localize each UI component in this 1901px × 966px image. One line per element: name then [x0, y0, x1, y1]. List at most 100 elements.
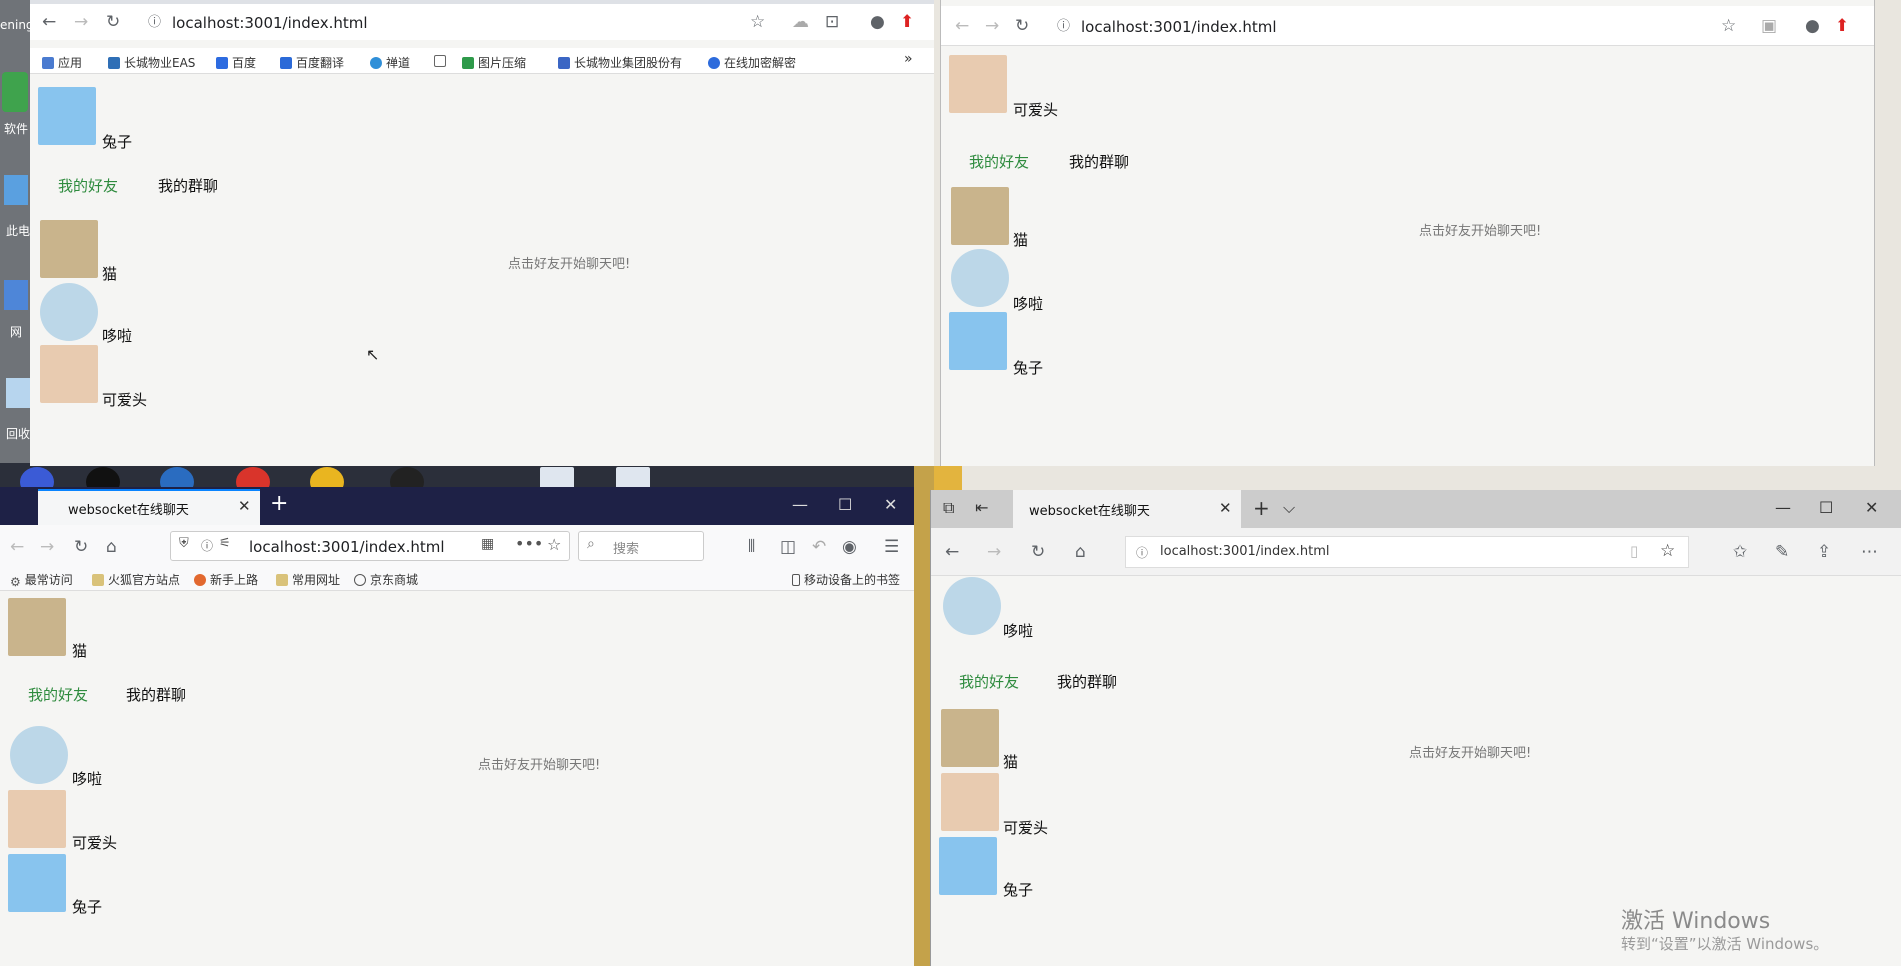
bookmark-item[interactable]: 图片压缩	[462, 54, 526, 71]
reading-view-icon[interactable]: ▯	[1630, 542, 1638, 560]
minimize-icon[interactable]: —	[1775, 498, 1791, 517]
tab-my-groups[interactable]: 我的群聊	[1057, 671, 1117, 692]
cloud-icon[interactable]: ☁	[792, 12, 809, 32]
bookmark-item[interactable]: 长城物业EAS	[108, 54, 195, 71]
forward-icon[interactable]: →	[40, 537, 54, 557]
more-icon[interactable]: ⋯	[1861, 542, 1878, 562]
desktop-icon-label: 此电	[6, 224, 31, 238]
tab-my-groups[interactable]: 我的群聊	[158, 175, 218, 196]
computer-icon[interactable]	[4, 175, 28, 205]
reload-icon[interactable]: ↻	[1031, 542, 1045, 562]
back-icon[interactable]: ←	[955, 16, 969, 36]
close-tab-icon[interactable]: ✕	[1219, 499, 1232, 517]
bookmark-item[interactable]: 百度	[216, 54, 256, 71]
tab-my-friends[interactable]: 我的好友	[28, 684, 88, 705]
desktop-background	[934, 466, 962, 490]
avatar-cat	[951, 187, 1009, 245]
forward-icon[interactable]: →	[985, 16, 999, 36]
url-text[interactable]: localhost:3001/index.html	[1081, 18, 1277, 36]
home-icon[interactable]: ⌂	[1075, 542, 1086, 562]
share-icon[interactable]: ⇪	[1817, 542, 1831, 562]
more-icon[interactable]: •••	[515, 534, 543, 553]
info-icon[interactable]: ⓘ	[148, 13, 161, 33]
url-text[interactable]: localhost:3001/index.html	[249, 538, 445, 556]
bookmark-item[interactable]: 在线加密解密	[708, 54, 796, 71]
url-text[interactable]: localhost:3001/index.html	[1160, 544, 1330, 559]
bookmark-apps[interactable]: 应用	[42, 54, 82, 71]
qr-code-icon[interactable]: ▦	[481, 536, 494, 552]
tab-websocket-chat[interactable]: websocket在线聊天 ✕	[1013, 490, 1241, 528]
tab-actions-icon[interactable]: ⧉	[943, 498, 954, 518]
back-icon[interactable]: ←	[42, 12, 56, 32]
maximize-icon[interactable]: ☐	[838, 495, 852, 514]
tab-websocket-chat[interactable]: websocket在线聊天 ✕	[38, 489, 260, 525]
tab-my-groups[interactable]: 我的群聊	[1069, 151, 1129, 172]
tab-list-icon[interactable]: ⌵	[1283, 498, 1295, 518]
bookmark-item[interactable]: ⚙ 最常访问	[10, 571, 73, 589]
page-icon[interactable]	[434, 54, 450, 68]
url-bar[interactable]: ⓘ localhost:3001/index.html ▯ ☆	[1125, 536, 1689, 568]
extension-icon[interactable]: ▣	[1761, 16, 1777, 36]
bookmark-item[interactable]: 新手上路	[194, 571, 258, 588]
url-bar[interactable]: ⛨ ⓘ ⚟ localhost:3001/index.html ▦ ••• ☆	[170, 531, 570, 561]
bookmark-item[interactable]: 百度翻译	[280, 54, 344, 71]
tab-my-friends[interactable]: 我的好友	[58, 175, 118, 196]
update-icon[interactable]: ⬆	[900, 12, 914, 32]
minimize-icon[interactable]: —	[792, 495, 808, 514]
undo-icon[interactable]: ↶	[812, 537, 826, 557]
update-icon[interactable]: ⬆	[1835, 16, 1849, 36]
new-tab-button[interactable]: +	[270, 491, 288, 516]
tabs-aside-icon[interactable]: ⇤	[975, 498, 988, 517]
forward-icon[interactable]: →	[74, 12, 88, 32]
bookmarks-overflow-button[interactable]: »	[904, 51, 913, 67]
bookmark-item[interactable]: 京东商城	[354, 571, 418, 588]
extension-icon[interactable]: ⊡	[825, 12, 839, 32]
star-icon[interactable]: ☆	[547, 535, 561, 554]
search-box[interactable]: ⌕ 搜索	[578, 531, 704, 561]
bookmark-item[interactable]: 火狐官方站点	[92, 571, 180, 588]
star-icon[interactable]: ☆	[1721, 16, 1736, 36]
reload-icon[interactable]: ↻	[74, 537, 88, 557]
tab-my-friends[interactable]: 我的好友	[959, 671, 1019, 692]
info-icon[interactable]: ⓘ	[1057, 17, 1070, 37]
tab-my-groups[interactable]: 我的群聊	[126, 684, 186, 705]
bookmark-item[interactable]: 禅道	[370, 54, 410, 71]
mobile-bookmarks[interactable]: 移动设备上的书签	[792, 571, 900, 588]
profile-icon[interactable]: ●	[870, 12, 885, 32]
bookmark-item[interactable]: 长城物业集团股份有	[558, 54, 682, 71]
software-icon[interactable]	[2, 72, 28, 112]
recycle-bin-icon[interactable]	[6, 378, 30, 408]
star-icon[interactable]: ☆	[750, 12, 765, 32]
back-icon[interactable]: ←	[945, 542, 959, 562]
home-icon[interactable]: ⌂	[106, 537, 117, 557]
bookmark-item[interactable]: 常用网址	[276, 571, 340, 588]
new-tab-icon[interactable]: +	[1253, 496, 1270, 520]
reload-icon[interactable]: ↻	[106, 12, 120, 32]
profile-icon[interactable]: ●	[1805, 16, 1820, 36]
library-icon[interactable]: ⫴	[748, 537, 755, 557]
avatar-rabbit	[38, 87, 96, 145]
menu-icon[interactable]: ☰	[884, 537, 899, 557]
network-icon[interactable]	[4, 280, 28, 310]
close-window-icon[interactable]: ✕	[884, 495, 897, 514]
sidebar-icon[interactable]: ◫	[780, 537, 796, 557]
info-icon[interactable]: ⓘ	[201, 537, 213, 554]
favorites-icon[interactable]: ✩	[1733, 542, 1747, 562]
close-window-icon[interactable]: ✕	[1865, 498, 1878, 517]
tab-my-friends[interactable]: 我的好友	[969, 151, 1029, 172]
account-icon[interactable]: ◉	[842, 537, 857, 557]
pen-icon[interactable]: ✎	[1775, 542, 1789, 562]
back-icon[interactable]: ←	[10, 537, 24, 557]
forward-icon[interactable]: →	[987, 542, 1001, 562]
info-icon[interactable]: ⓘ	[1136, 544, 1148, 561]
address-bar-row: ← → ↻ ⓘ localhost:3001/index.html ☆ ☁ ⊡ …	[30, 4, 934, 40]
close-tab-icon[interactable]: ✕	[238, 497, 251, 515]
maximize-icon[interactable]: ☐	[1819, 498, 1833, 517]
shield-icon[interactable]: ⛨	[179, 536, 189, 551]
url-text[interactable]: localhost:3001/index.html	[172, 14, 368, 32]
permissions-icon[interactable]: ⚟	[219, 536, 231, 551]
avatar-dora	[40, 283, 98, 341]
star-icon[interactable]: ☆	[1660, 541, 1675, 561]
reload-icon[interactable]: ↻	[1015, 16, 1029, 36]
address-bar-row: ← → ↻ ⓘ localhost:3001/index.html ☆ ▣ ● …	[941, 6, 1874, 46]
